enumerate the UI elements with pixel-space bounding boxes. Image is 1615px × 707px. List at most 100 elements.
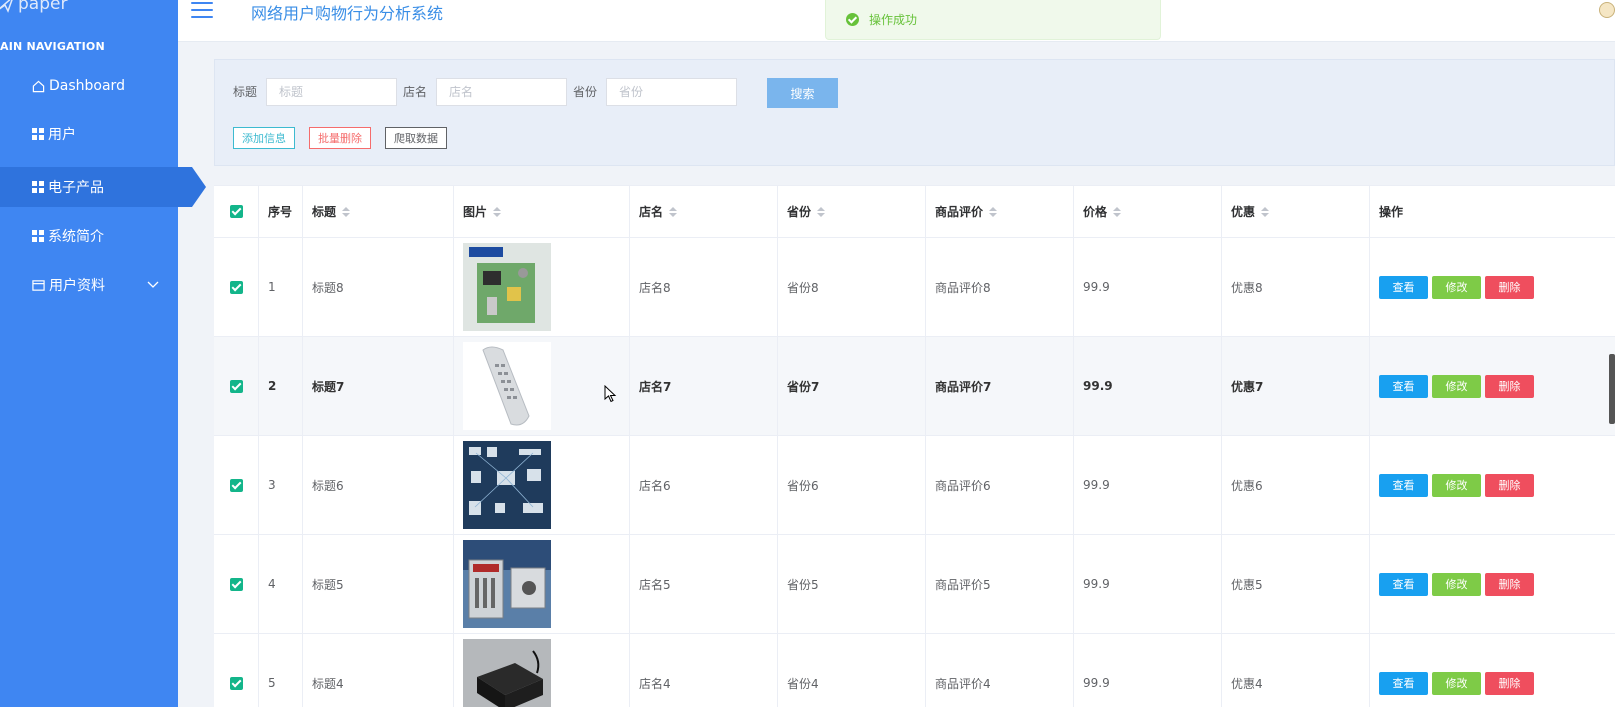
row-actions: 查看 修改 删除 [1370,634,1615,707]
batch-delete-button[interactable]: 批量删除 [309,127,371,149]
header-label: 序号 [268,205,293,219]
header-shop[interactable]: 店名 [630,186,778,237]
checkbox[interactable] [229,478,243,492]
row-province: 省份4 [778,634,926,707]
delete-button[interactable]: 删除 [1485,671,1534,695]
sidebar-item-label: 系统简介 [48,229,104,245]
row-title: 标题6 [303,436,454,534]
shop-label: 店名 [403,85,428,99]
checkbox[interactable] [229,205,243,218]
header-select-all[interactable] [214,186,259,237]
view-button[interactable]: 查看 [1379,671,1428,695]
row-index: 5 [259,634,303,707]
grid-icon [32,128,44,140]
header-label: 图片 [463,205,488,219]
row-index: 3 [259,436,303,534]
row-image-cell [454,634,630,707]
add-info-button[interactable]: 添加信息 [233,127,295,149]
row-discount: 优惠7 [1222,337,1370,435]
header-title[interactable]: 标题 [303,186,454,237]
sidebar-item-user-profile[interactable]: 用户资料 [0,265,178,305]
edit-button[interactable]: 修改 [1432,473,1481,497]
crawl-data-button[interactable]: 爬取数据 [385,127,447,149]
sort-icon[interactable] [989,206,998,217]
vertical-scrollbar[interactable] [1609,354,1615,424]
header-index: 序号 [259,186,303,237]
view-button[interactable]: 查看 [1379,572,1428,596]
sidebar-item-system-intro[interactable]: 系统简介 [0,216,178,256]
avatar[interactable] [1599,2,1615,18]
header-label: 优惠 [1231,205,1256,219]
row-index: 2 [259,337,303,435]
province-label: 省份 [573,85,598,99]
sort-icon[interactable] [1261,206,1270,217]
row-price: 99.9 [1074,238,1222,336]
sort-icon[interactable] [817,206,826,217]
view-button[interactable]: 查看 [1379,374,1428,398]
row-price: 99.9 [1074,535,1222,633]
view-button[interactable]: 查看 [1379,275,1428,299]
table-row: 4 标题5 店名5 省份5 商品评价5 99.9 优惠5 查看 修改 删除 [214,535,1615,634]
header-label: 价格 [1083,205,1108,219]
product-image[interactable] [463,342,551,430]
checkbox[interactable] [229,280,243,294]
mouse-cursor-icon [604,385,617,403]
sidebar-item-label: 用户资料 [49,278,105,294]
checkbox[interactable] [229,379,243,393]
shop-search-input[interactable] [436,78,567,106]
sort-icon[interactable] [342,206,351,217]
province-search-input[interactable] [606,78,737,106]
sidebar-item-electronics[interactable]: 电子产品 [0,167,206,207]
search-panel: 标题 店名 省份 搜索 添加信息 批量删除 爬取数据 [214,59,1615,166]
edit-button[interactable]: 修改 [1432,374,1481,398]
delete-button[interactable]: 删除 [1485,275,1534,299]
title-search-input[interactable] [266,78,397,106]
checkbox[interactable] [229,577,243,591]
header-image[interactable]: 图片 [454,186,630,237]
check-circle-icon [846,13,859,26]
row-discount: 优惠8 [1222,238,1370,336]
search-button[interactable]: 搜索 [767,78,838,108]
nav-heading: AIN NAVIGATION [0,40,105,53]
sidebar-item-label: 电子产品 [48,180,104,196]
row-image-cell [454,535,630,633]
row-discount: 优惠4 [1222,634,1370,707]
table-row: 3 标题6 店名6 省份6 商品评价6 99.9 优惠6 查看 修改 删除 [214,436,1615,535]
logo-text: paper [18,0,68,14]
header-discount[interactable]: 优惠 [1222,186,1370,237]
sidebar: paper AIN NAVIGATION Dashboard 用户 电子产品 系… [0,0,206,707]
edit-button[interactable]: 修改 [1432,275,1481,299]
delete-button[interactable]: 删除 [1485,374,1534,398]
product-image[interactable] [463,540,551,628]
product-image[interactable] [463,243,551,331]
chevron-down-icon [147,281,159,288]
app-logo[interactable]: paper [0,0,67,14]
delete-button[interactable]: 删除 [1485,572,1534,596]
delete-button[interactable]: 删除 [1485,473,1534,497]
row-title: 标题5 [303,535,454,633]
product-image[interactable] [463,441,551,529]
header-label: 标题 [312,205,337,219]
header-review[interactable]: 商品评价 [926,186,1074,237]
success-toast: 操作成功 [825,0,1161,40]
sidebar-item-users[interactable]: 用户 [0,114,178,154]
row-price: 99.9 [1074,337,1222,435]
header-province[interactable]: 省份 [778,186,926,237]
sidebar-item-label: 用户 [48,127,76,143]
checkbox[interactable] [229,676,243,690]
sort-icon[interactable] [493,206,502,217]
sidebar-item-label: Dashboard [49,78,125,94]
product-image[interactable] [463,639,551,707]
header-price[interactable]: 价格 [1074,186,1222,237]
row-price: 99.9 [1074,436,1222,534]
row-review: 商品评价7 [926,337,1074,435]
header-label: 操作 [1379,205,1404,219]
sort-icon[interactable] [1113,206,1122,217]
menu-toggle-icon[interactable] [191,2,213,18]
sidebar-item-dashboard[interactable]: Dashboard [0,66,178,106]
edit-button[interactable]: 修改 [1432,572,1481,596]
sort-icon[interactable] [669,206,678,217]
row-image-cell [454,238,630,336]
edit-button[interactable]: 修改 [1432,671,1481,695]
view-button[interactable]: 查看 [1379,473,1428,497]
